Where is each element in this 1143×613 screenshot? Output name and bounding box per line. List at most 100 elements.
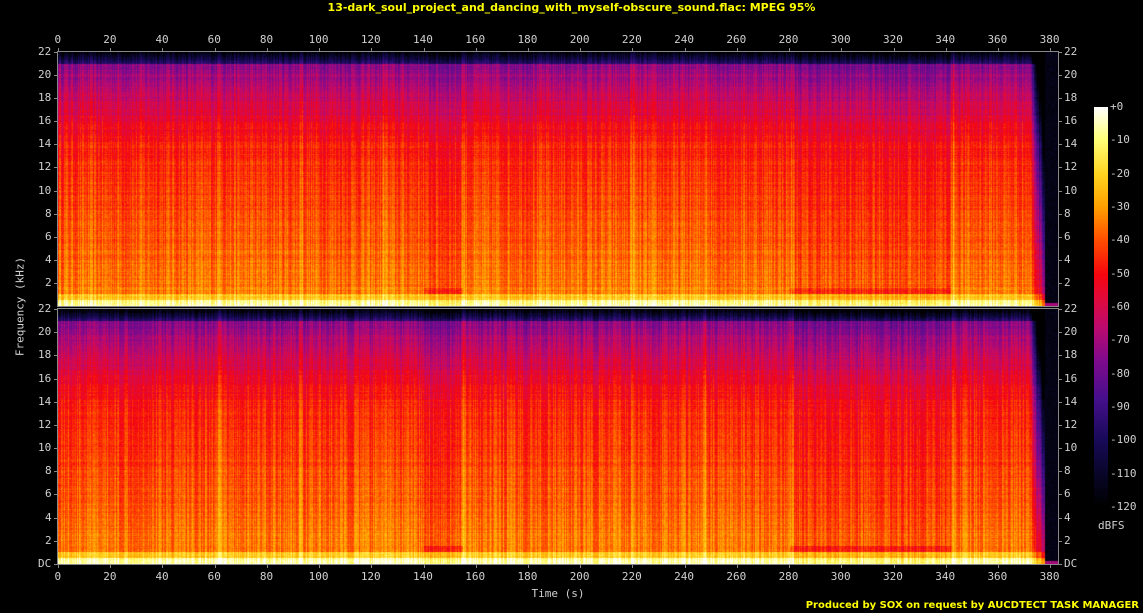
y-tick-label-right: 22 [1064, 302, 1078, 315]
y-tick-label-left: 4 [45, 510, 52, 524]
y-tick-label-right: DC [1064, 557, 1078, 570]
x-tick-label-bottom: 260 [726, 570, 747, 583]
y-tick-mark [1058, 282, 1062, 284]
x-tick-mark [319, 564, 321, 568]
footer-credit: Produced by SOX on request by AUCDTECT T… [805, 600, 1139, 611]
y-tick-label-right: 18 [1064, 348, 1078, 362]
y-tick-label-left: 16 [38, 371, 52, 385]
y-tick-mark [1058, 494, 1062, 496]
x-tick-label-bottom: 340 [935, 570, 956, 583]
x-tick-label-top: 340 [935, 33, 956, 46]
y-tick-label-left: 20 [38, 68, 52, 82]
y-tick-mark [1058, 471, 1062, 473]
x-tick-mark [110, 48, 112, 52]
x-tick-mark [945, 48, 947, 52]
x-tick-mark [997, 564, 999, 568]
x-tick-mark [371, 564, 373, 568]
y-tick-mark [1058, 259, 1062, 261]
x-tick-label-bottom: 320 [883, 570, 903, 583]
y-tick-mark [54, 332, 58, 334]
y-tick-mark [1058, 309, 1062, 310]
x-tick-label-top: 380 [1039, 33, 1060, 46]
y-tick-mark [1058, 213, 1062, 215]
x-tick-label-bottom: 120 [360, 570, 381, 583]
x-tick-mark [319, 48, 321, 52]
y-tick-label-left: 18 [38, 91, 52, 105]
y-tick-mark [1058, 332, 1062, 334]
y-tick-label-right: 6 [1064, 487, 1071, 501]
x-tick-mark [893, 48, 895, 52]
y-tick-mark [1058, 167, 1062, 169]
y-tick-mark [54, 378, 58, 380]
x-tick-mark [684, 48, 686, 52]
y-tick-mark [1058, 52, 1062, 53]
y-tick-label-right: 14 [1064, 394, 1078, 408]
x-tick-mark [475, 564, 477, 568]
x-tick-mark [58, 48, 59, 52]
x-tick-mark [266, 564, 268, 568]
colorbar-tick-label: -40 [1110, 233, 1130, 247]
y-tick-mark [54, 401, 58, 403]
y-tick-mark [54, 309, 58, 310]
y-tick-label-right: 2 [1064, 275, 1071, 289]
y-tick-mark [1058, 236, 1062, 238]
y-tick-label-left: DC [38, 557, 52, 570]
y-tick-mark [54, 517, 58, 519]
y-tick-mark [54, 448, 58, 450]
y-tick-label-right: 20 [1064, 325, 1078, 339]
x-tick-mark [945, 564, 947, 568]
y-tick-label-right: 2 [1064, 533, 1071, 547]
x-tick-mark [162, 564, 164, 568]
x-tick-label-bottom: 180 [517, 570, 538, 583]
y-tick-label-right: 16 [1064, 371, 1078, 385]
x-tick-mark [162, 48, 164, 52]
x-tick-label-top: 60 [207, 33, 221, 46]
x-tick-label-top: 260 [726, 33, 747, 46]
y-axis-label: Frequency (kHz) [13, 256, 27, 357]
x-tick-mark [527, 48, 529, 52]
y-tick-label-left: 2 [45, 533, 52, 547]
x-tick-label-bottom: 280 [778, 570, 799, 583]
x-tick-label-top: 240 [674, 33, 694, 46]
y-tick-mark [54, 213, 58, 215]
x-tick-label-bottom: 140 [413, 570, 433, 583]
y-tick-label-left: 12 [38, 417, 52, 431]
x-tick-label-top: 200 [569, 33, 590, 46]
y-tick-mark [1058, 75, 1062, 77]
y-tick-mark [54, 494, 58, 496]
x-tick-label-top: 80 [259, 33, 274, 46]
y-tick-mark [54, 167, 58, 169]
x-tick-label-top: 300 [830, 33, 851, 46]
x-tick-label-bottom: 40 [155, 570, 169, 583]
x-tick-mark [789, 564, 791, 568]
x-tick-label-bottom: 60 [207, 570, 221, 583]
colorbar-tick-label: -20 [1110, 166, 1130, 180]
y-tick-mark [54, 144, 58, 146]
colorbar-tick-label: +0 [1110, 100, 1124, 113]
x-tick-label-bottom: 100 [308, 570, 329, 583]
y-tick-label-left: 22 [38, 45, 52, 58]
x-tick-label-top: 120 [360, 33, 381, 46]
y-tick-label-left: 18 [38, 348, 52, 362]
x-tick-mark [371, 48, 373, 52]
x-tick-label-bottom: 160 [465, 570, 486, 583]
y-tick-label-right: 22 [1064, 45, 1078, 58]
x-tick-mark [789, 48, 791, 52]
y-tick-mark [54, 259, 58, 261]
x-tick-label-bottom: 300 [830, 570, 851, 583]
y-tick-label-left: 8 [45, 464, 52, 478]
y-tick-mark [1058, 144, 1062, 146]
colorbar-tick-label: -50 [1110, 266, 1130, 280]
y-tick-mark [54, 471, 58, 473]
y-tick-mark [1058, 564, 1062, 565]
x-tick-mark [684, 564, 686, 568]
colorbar-tick-label: -110 [1110, 466, 1137, 480]
y-tick-mark [54, 236, 58, 238]
y-tick-label-right: 10 [1064, 183, 1078, 197]
x-tick-label-bottom: 380 [1039, 570, 1060, 583]
y-tick-label-right: 8 [1064, 206, 1071, 220]
y-tick-mark [1058, 517, 1062, 519]
y-tick-label-right: 18 [1064, 91, 1078, 105]
x-tick-mark [632, 48, 634, 52]
x-tick-label-top: 20 [103, 33, 117, 46]
